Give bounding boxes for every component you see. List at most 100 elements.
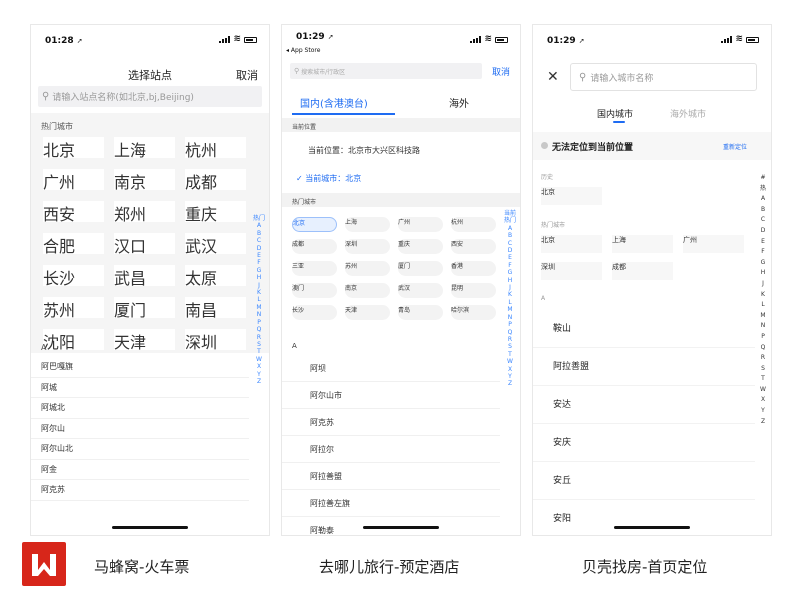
city-chip[interactable]: 澳门 — [292, 283, 337, 298]
search-input[interactable]: 搜索城市/行政区 — [301, 67, 345, 76]
index-letter[interactable]: T — [508, 351, 512, 358]
index-letter[interactable]: Q — [508, 329, 513, 336]
city-chip[interactable]: 北京 — [541, 187, 602, 205]
index-letter[interactable]: 热门 — [253, 215, 265, 222]
city-chip[interactable]: 沈阳 — [43, 329, 104, 352]
index-letter[interactable]: X — [761, 395, 765, 406]
index-letter[interactable]: Z — [508, 380, 512, 387]
city-chip[interactable]: 广州 — [43, 169, 104, 192]
index-letter[interactable]: L — [761, 300, 764, 311]
index-letter[interactable]: T — [761, 374, 765, 385]
list-item[interactable]: 阿巴嘎旗 — [31, 357, 249, 378]
city-chip[interactable]: 武汉 — [185, 233, 246, 256]
city-chip[interactable]: 厦门 — [398, 261, 443, 276]
city-chip[interactable]: 南京 — [114, 169, 175, 192]
tab-overseas[interactable]: 海外 — [449, 95, 469, 110]
index-letter[interactable]: Z — [761, 417, 765, 428]
tab-domestic[interactable]: 国内城市 — [597, 107, 633, 120]
tab-overseas[interactable]: 海外城市 — [670, 107, 706, 120]
city-chip[interactable]: 西安 — [43, 201, 104, 224]
index-letter[interactable]: A — [508, 225, 512, 232]
index-letter[interactable]: G — [761, 258, 766, 269]
index-letter[interactable]: Y — [508, 373, 512, 380]
relocate-button[interactable]: 重新定位 — [723, 142, 747, 151]
city-chip[interactable]: 哈尔滨 — [451, 305, 496, 320]
city-chip[interactable]: 成都 — [185, 169, 246, 192]
search-input[interactable]: 请输入城市名称 — [590, 71, 653, 84]
index-letter[interactable]: X — [508, 366, 512, 373]
city-chip[interactable]: 北京 — [43, 137, 104, 160]
list-item[interactable]: 阿拉尔 — [282, 436, 500, 463]
index-letter[interactable]: S — [257, 341, 261, 348]
index-letter[interactable]: J — [762, 279, 764, 290]
index-letter[interactable]: R — [761, 353, 765, 364]
city-chip[interactable]: 长沙 — [292, 305, 337, 320]
current-location[interactable]: 当前位置：北京市大兴区科技路 — [308, 145, 420, 156]
index-letter[interactable]: K — [257, 289, 261, 296]
city-chip[interactable]: 成都 — [612, 262, 673, 280]
index-letter[interactable]: M — [256, 304, 261, 311]
city-chip[interactable]: 北京 — [541, 235, 602, 253]
list-item[interactable]: 阿克苏 — [31, 480, 249, 501]
index-letter[interactable]: K — [508, 291, 512, 298]
index-letter[interactable]: W — [507, 358, 513, 365]
city-chip[interactable]: 武汉 — [398, 283, 443, 298]
index-letter[interactable]: D — [508, 247, 513, 254]
city-chip[interactable]: 天津 — [114, 329, 175, 352]
list-item[interactable]: 阿尔山北 — [31, 439, 249, 460]
city-chip[interactable]: 上海 — [114, 137, 175, 160]
index-letter[interactable]: E — [508, 254, 512, 261]
city-chip[interactable]: 苏州 — [43, 297, 104, 320]
index-letter[interactable]: L — [508, 299, 511, 306]
city-chip[interactable]: 南昌 — [185, 297, 246, 320]
index-letter[interactable]: W — [256, 356, 262, 363]
list-item[interactable]: 安阳 — [533, 500, 755, 535]
list-item[interactable]: 安庆 — [533, 424, 755, 462]
city-chip[interactable]: 太原 — [185, 265, 246, 288]
close-icon[interactable]: ✕ — [547, 69, 559, 85]
alphabet-index[interactable]: 热门 A B C D E F G H J K L M N P Q R S T W X Y Z — [253, 215, 265, 385]
index-letter[interactable]: D — [257, 245, 262, 252]
list-item[interactable]: 阿坝 — [282, 355, 500, 382]
index-letter[interactable]: Q — [257, 326, 262, 333]
cancel-button[interactable]: 取消 — [236, 67, 258, 83]
alphabet-index[interactable]: # 热 A B C D E F G H J K L M N P Q R S T W X Y Z — [760, 173, 766, 427]
list-item[interactable]: 安达 — [533, 386, 755, 424]
index-letter[interactable]: G — [257, 267, 262, 274]
index-letter[interactable]: P — [508, 321, 512, 328]
city-chip[interactable]: 青岛 — [398, 305, 443, 320]
index-letter[interactable]: 热门 — [504, 217, 516, 224]
list-item[interactable]: 阿城北 — [31, 398, 249, 419]
index-letter[interactable]: L — [257, 296, 260, 303]
index-letter[interactable]: M — [760, 311, 765, 322]
city-chip[interactable]: 广州 — [683, 235, 744, 253]
index-letter[interactable]: D — [761, 226, 766, 237]
city-chip[interactable]: 天津 — [345, 305, 390, 320]
city-chip[interactable]: 深圳 — [541, 262, 602, 280]
search-bar[interactable]: ⚲ 请输入站点名称(如北京,bj,Beijing) — [38, 86, 262, 107]
city-chip[interactable]: 厦门 — [114, 297, 175, 320]
city-chip[interactable]: 汉口 — [114, 233, 175, 256]
city-chip[interactable]: 南京 — [345, 283, 390, 298]
list-item[interactable]: 阿金 — [31, 460, 249, 480]
city-chip[interactable]: 苏州 — [345, 261, 390, 276]
city-chip[interactable]: 香港 — [451, 261, 496, 276]
city-chip[interactable]: 重庆 — [398, 239, 443, 254]
list-item[interactable]: 鞍山 — [533, 310, 755, 348]
list-item[interactable]: 阿克苏 — [282, 409, 500, 436]
search-bar[interactable]: ⚲ 搜索城市/行政区 — [290, 63, 482, 79]
city-chip[interactable]: 郑州 — [114, 201, 175, 224]
cancel-button[interactable]: 取消 — [492, 65, 510, 78]
city-chip[interactable]: 长沙 — [43, 265, 104, 288]
list-item[interactable]: 阿尔山市 — [282, 382, 500, 409]
city-chip[interactable]: 深圳 — [345, 239, 390, 254]
index-letter[interactable]: Z — [257, 378, 261, 385]
city-chip[interactable]: 成都 — [292, 239, 337, 254]
index-letter[interactable]: R — [508, 336, 512, 343]
index-letter[interactable]: K — [761, 290, 765, 301]
search-bar[interactable]: ⚲ 请输入城市名称 — [570, 63, 757, 91]
index-letter[interactable]: 热 — [760, 184, 766, 195]
city-chip[interactable]: 深圳 — [185, 329, 246, 352]
index-letter[interactable]: S — [761, 364, 765, 375]
tab-domestic[interactable]: 国内(含港澳台) — [300, 95, 368, 110]
